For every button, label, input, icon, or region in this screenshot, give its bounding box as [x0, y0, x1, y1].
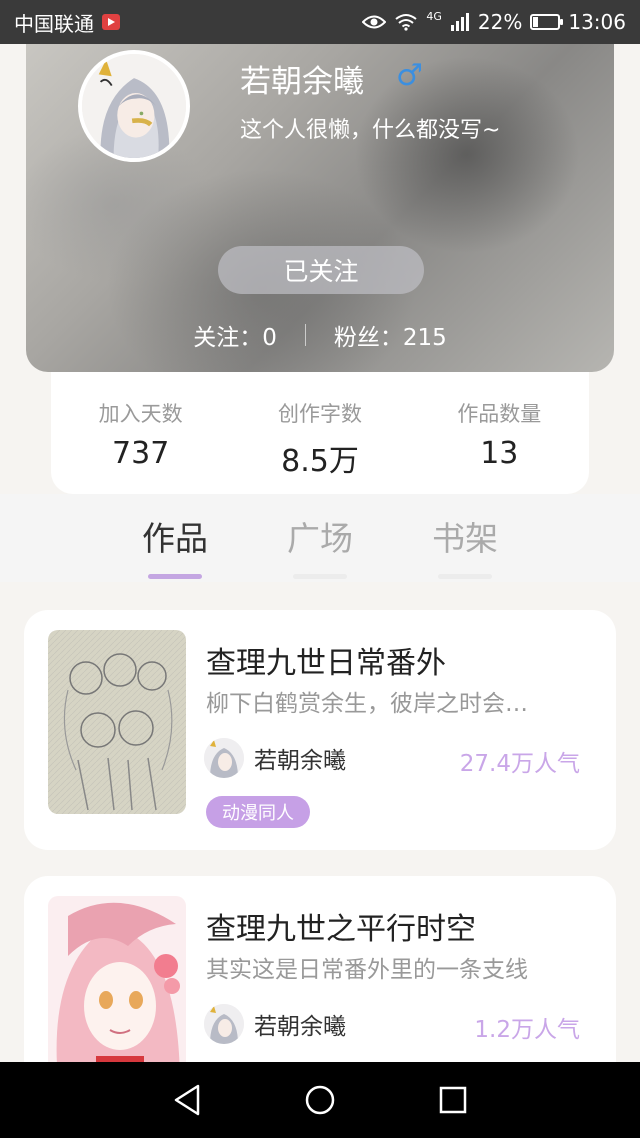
author-info-card: 加入天数 737 创作字数 8.5万 作品数量 13: [51, 372, 589, 494]
home-circle-icon: [305, 1085, 335, 1115]
home-button[interactable]: [290, 1070, 350, 1130]
info-value: 13: [480, 436, 519, 471]
tab-label: 广场: [287, 519, 353, 558]
popularity-count: 1.2万人气: [474, 1017, 580, 1043]
recents-button[interactable]: [423, 1070, 483, 1130]
following-count[interactable]: 关注：0: [193, 318, 277, 352]
category-tag[interactable]: 动漫同人: [206, 796, 310, 828]
back-triangle-icon: [174, 1084, 199, 1116]
username: 若朝余曦: [240, 64, 364, 100]
followers-count[interactable]: 粉丝：215: [334, 318, 447, 352]
author-avatar: [204, 1004, 244, 1044]
tab-indicator: [148, 574, 202, 579]
eye-icon: [362, 14, 387, 30]
network-type: 4G: [426, 9, 442, 23]
recents-square-icon: [440, 1086, 467, 1114]
divider: [304, 324, 306, 346]
tab-works[interactable]: 作品: [115, 512, 235, 579]
author-avatar: [204, 738, 244, 778]
work-card[interactable]: 查理九世日常番外 柳下白鹤赏余生，彼岸之时会… 若朝余曦 27.4万人气 动漫同…: [24, 610, 616, 850]
info-label: 创作字数: [277, 402, 362, 426]
work-title: 查理九世日常番外: [206, 646, 446, 681]
info-label: 作品数量: [457, 402, 542, 426]
work-title: 查理九世之平行时空: [206, 912, 476, 947]
follow-button[interactable]: 已关注: [218, 246, 424, 294]
back-button[interactable]: [157, 1070, 217, 1130]
battery-percent: 22%: [477, 10, 523, 34]
work-description: 柳下白鹤赏余生，彼岸之时会…: [206, 691, 528, 717]
male-gender-icon: ♂: [396, 58, 423, 93]
wifi-icon: [394, 13, 418, 31]
work-cover-image: [48, 896, 186, 1080]
author-name: 若朝余曦: [254, 1014, 346, 1040]
profile-header: 若朝余曦 ♂ 这个人很懒，什么都没写~ 已关注 关注：0 粉丝：215: [26, 38, 614, 372]
tab-indicator: [293, 574, 347, 579]
info-word-count: 创作字数 8.5万: [235, 398, 405, 480]
work-description: 其实这是日常番外里的一条支线: [206, 957, 528, 983]
avatar-illustration: [82, 54, 186, 158]
battery-icon: [530, 14, 564, 30]
author-row: 若朝余曦: [204, 1004, 346, 1044]
info-work-count: 作品数量 13: [414, 398, 584, 471]
signal-icon: [450, 13, 470, 31]
status-bar: 中国联通 4G 22% 13:06: [0, 0, 640, 44]
bio-text: 这个人很懒，什么都没写~: [240, 118, 501, 143]
author-name: 若朝余曦: [254, 748, 346, 774]
avatar[interactable]: [78, 50, 190, 162]
info-label: 加入天数: [98, 402, 183, 426]
tab-square[interactable]: 广场: [260, 512, 380, 579]
tab-label: 书架: [432, 519, 498, 558]
info-join-days: 加入天数 737: [56, 398, 226, 471]
tab-bookshelf[interactable]: 书架: [405, 512, 525, 579]
tab-indicator: [438, 574, 492, 579]
popularity-count: 27.4万人气: [459, 751, 580, 777]
carrier-name: 中国联通: [14, 11, 94, 36]
system-nav-bar: [0, 1062, 640, 1138]
tab-label: 作品: [142, 519, 208, 558]
follow-stats: 关注：0 粉丝：215: [26, 318, 614, 352]
clock: 13:06: [568, 10, 626, 34]
info-value: 8.5万: [281, 444, 359, 479]
info-value: 737: [112, 436, 170, 471]
carrier-badge-icon: [102, 14, 120, 30]
tab-bar: 作品 广场 书架: [0, 494, 640, 582]
author-row: 若朝余曦: [204, 738, 346, 778]
work-cover-image: [48, 630, 186, 814]
